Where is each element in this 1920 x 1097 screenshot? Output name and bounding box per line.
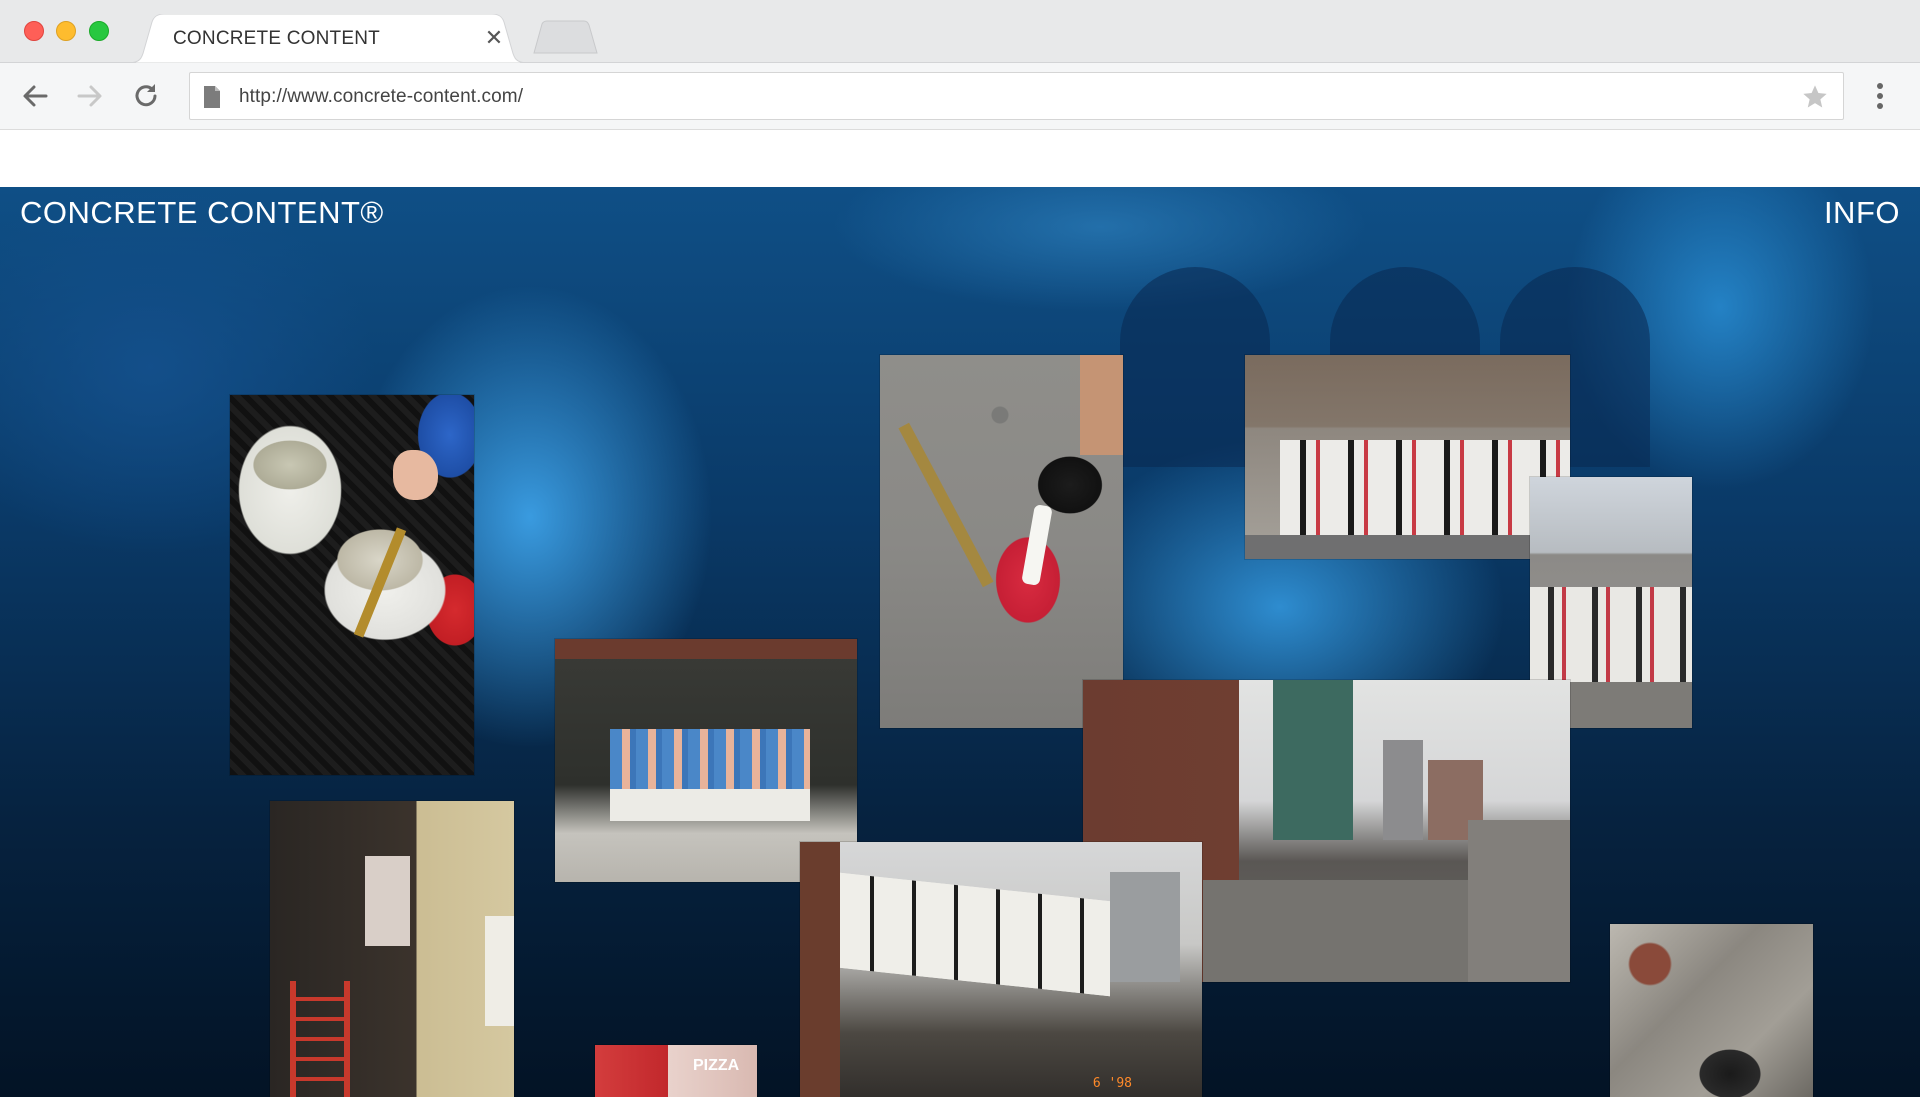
tower xyxy=(1110,872,1180,982)
reload-button[interactable] xyxy=(129,79,163,113)
side-poster xyxy=(485,916,514,1026)
url-text[interactable]: http://www.concrete-content.com/ xyxy=(239,86,523,108)
brick-wall xyxy=(800,842,840,1097)
brick-strip xyxy=(555,639,857,659)
photo-pizza-sign[interactable]: PIZZA xyxy=(595,1045,757,1097)
photo-buckets-of-paste[interactable] xyxy=(230,395,474,775)
arm xyxy=(1080,355,1123,455)
tab-close-icon[interactable]: ✕ xyxy=(482,26,506,50)
street xyxy=(1245,535,1570,559)
menu-dots-icon[interactable] xyxy=(1870,81,1890,111)
browser-chrome: CONCRETE CONTENT ✕ http://www.concrete-c… xyxy=(0,0,1920,130)
hand xyxy=(393,450,438,500)
poster-grid xyxy=(610,729,810,789)
zoom-window-button[interactable] xyxy=(89,21,109,41)
concrete-wall xyxy=(1468,820,1570,982)
info-link[interactable]: INFO xyxy=(1824,195,1900,231)
photo-crowd-at-poster-wall[interactable]: 6 '98 xyxy=(800,842,1202,1097)
pizza-sign-text: PIZZA xyxy=(693,1057,740,1074)
tab-strip: CONCRETE CONTENT ✕ xyxy=(0,0,1920,63)
photo-datestamp: 6 '98 xyxy=(1092,1076,1132,1091)
tab-title: CONCRETE CONTENT xyxy=(173,28,380,49)
new-tab-icon xyxy=(533,20,598,54)
page-top-margin xyxy=(0,130,1920,187)
back-arrow-icon xyxy=(23,85,48,107)
site-logo[interactable]: CONCRETE CONTENT® xyxy=(20,195,384,231)
billboard xyxy=(1280,440,1570,535)
paste-pour xyxy=(1021,504,1053,586)
window-poster xyxy=(365,856,410,946)
white-wall xyxy=(610,789,810,821)
red-ladder xyxy=(290,981,350,1097)
page-content: CONCRETE CONTENT® INFO 6 '98 PIZZA xyxy=(0,187,1920,1097)
forward-arrow-icon xyxy=(77,85,102,107)
billboard xyxy=(1530,587,1692,682)
back-button[interactable] xyxy=(18,79,52,113)
tower xyxy=(1383,740,1423,840)
stirring-stick xyxy=(353,527,407,638)
poster-wall xyxy=(840,872,1110,997)
photo-storefront-ladder[interactable] xyxy=(270,801,514,1097)
address-bar[interactable]: http://www.concrete-content.com/ xyxy=(189,72,1844,120)
tab-active[interactable]: CONCRETE CONTENT ✕ xyxy=(128,14,528,63)
brush-pole xyxy=(898,422,994,588)
new-tab-button[interactable] xyxy=(528,20,598,59)
minimize-window-button[interactable] xyxy=(56,21,76,41)
page-icon xyxy=(204,86,220,108)
photo-rough-texture[interactable] xyxy=(1610,924,1813,1097)
toolbar: http://www.concrete-content.com/ xyxy=(0,63,1920,130)
close-window-button[interactable] xyxy=(24,21,44,41)
bookmark-star-icon[interactable] xyxy=(1801,83,1829,111)
forward-button[interactable] xyxy=(73,79,107,113)
glass-tower xyxy=(1273,680,1353,840)
reload-icon xyxy=(135,84,157,107)
photo-pouring-paste[interactable] xyxy=(880,355,1123,728)
photo-billboard-wall[interactable] xyxy=(1245,355,1570,559)
